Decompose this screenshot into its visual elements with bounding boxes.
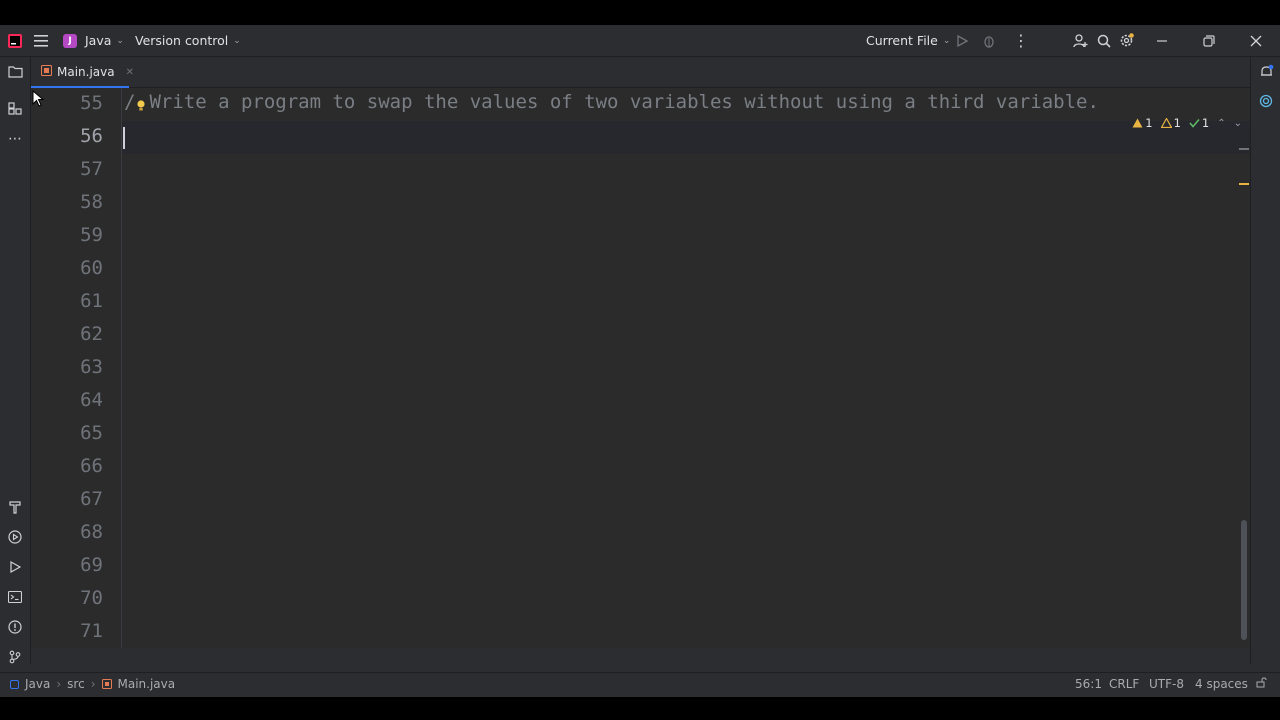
weak-warning-count[interactable]: 1 <box>1160 116 1181 130</box>
text-cursor <box>123 127 125 149</box>
weak-warning-triangle-icon <box>1160 118 1172 128</box>
git-branch-icon[interactable] <box>7 649 23 665</box>
right-tool-strip <box>1250 57 1280 664</box>
vertical-scrollbar[interactable] <box>1241 520 1247 640</box>
run-config-selector[interactable]: Current File ⌄ <box>866 25 950 56</box>
notifications-bell-icon[interactable] <box>1258 63 1274 79</box>
caret-position[interactable]: 56:1 <box>1075 677 1102 691</box>
tab-main-java[interactable]: Main.java ✕ <box>31 57 134 88</box>
line-number[interactable]: 60 <box>43 257 103 279</box>
search-icon[interactable] <box>1097 25 1111 56</box>
line-number-gutter[interactable]: 55 56 57 58 59 60 61 62 63 64 65 66 67 68 69 70 71 <box>31 88 121 648</box>
line-number[interactable]: 70 <box>43 587 103 609</box>
scroll-marker[interactable] <box>1239 148 1249 150</box>
more-tools-icon[interactable]: ⋯ <box>7 131 23 147</box>
project-folder-icon[interactable] <box>7 63 23 79</box>
line-number[interactable]: 65 <box>43 422 103 444</box>
breadcrumb-file[interactable]: Main.java <box>118 677 176 691</box>
tab-label: Main.java <box>57 65 115 79</box>
structure-icon[interactable] <box>7 101 23 117</box>
vcs-selector[interactable]: Version control ⌄ <box>135 25 241 56</box>
line-number[interactable]: 56 <box>43 125 103 147</box>
main-menu-icon[interactable] <box>34 25 48 56</box>
chevron-down-icon: ⌄ <box>942 35 951 46</box>
line-number[interactable]: 62 <box>43 323 103 345</box>
title-bar: J Java ⌄ Version control ⌄ Current File … <box>0 25 1280 57</box>
comment-slash: / <box>124 91 136 113</box>
module-icon <box>10 679 19 689</box>
left-tool-strip: ⋯ <box>0 57 31 664</box>
checkmark-icon <box>1189 118 1200 128</box>
build-hammer-icon[interactable] <box>7 499 23 515</box>
warning-triangle-icon <box>1132 118 1143 128</box>
chevron-down-icon: ⌄ <box>116 35 124 46</box>
run-tool-icon[interactable] <box>7 559 23 575</box>
line-number[interactable]: 67 <box>43 488 103 510</box>
vcs-label: Version control <box>135 33 229 48</box>
ide-window: J Java ⌄ Version control ⌄ Current File … <box>0 25 1280 697</box>
settings-gear-icon[interactable] <box>1119 25 1134 56</box>
warning-count[interactable]: 1 <box>1132 116 1153 130</box>
lock-icon[interactable] <box>1256 677 1267 691</box>
close-icon[interactable] <box>1250 25 1262 56</box>
java-file-icon <box>40 64 53 79</box>
code-area[interactable]: / Write a program to swap the values of t… <box>121 88 1251 648</box>
previous-highlight-icon[interactable]: ⌃ <box>1217 118 1225 129</box>
line-ending[interactable]: CRLF <box>1109 677 1139 691</box>
breadcrumb-separator-icon: › <box>56 677 62 691</box>
line-number[interactable]: 59 <box>43 224 103 246</box>
services-icon[interactable] <box>7 529 23 545</box>
breadcrumb[interactable]: Java › src › Main.java <box>10 677 175 691</box>
chevron-down-icon: ⌄ <box>233 35 241 46</box>
code-line-55[interactable]: / Write a program to swap the values of t… <box>124 91 1099 113</box>
app-logo-icon[interactable] <box>8 25 22 56</box>
run-icon[interactable] <box>956 25 968 56</box>
next-highlight-icon[interactable]: ⌄ <box>1234 118 1242 129</box>
ok-count-value: 1 <box>1201 116 1210 130</box>
weak-warning-count-value: 1 <box>1173 116 1181 130</box>
terminal-icon[interactable] <box>7 589 23 605</box>
line-number[interactable]: 55 <box>43 92 103 114</box>
line-number[interactable]: 68 <box>43 521 103 543</box>
mouse-pointer-icon <box>32 89 45 112</box>
line-number[interactable]: 61 <box>43 290 103 312</box>
more-actions-icon[interactable]: ⋮ <box>1013 25 1029 56</box>
line-number[interactable]: 63 <box>43 356 103 378</box>
line-number[interactable]: 66 <box>43 455 103 477</box>
close-tab-icon[interactable]: ✕ <box>126 67 134 78</box>
inspection-widget[interactable]: 1 1 1 ⌃ ⌄ <box>1132 116 1242 130</box>
code-editor[interactable]: 55 56 57 58 59 60 61 62 63 64 65 66 67 68 69 70 71 / Writ… <box>31 88 1250 648</box>
breadcrumb-src[interactable]: src <box>67 677 85 691</box>
project-selector[interactable]: J Java ⌄ <box>63 25 124 56</box>
warning-count-value: 1 <box>1145 116 1153 130</box>
problems-icon[interactable] <box>7 619 23 635</box>
line-number[interactable]: 57 <box>43 158 103 180</box>
breadcrumb-separator-icon: › <box>90 677 96 691</box>
line-number[interactable]: 69 <box>43 554 103 576</box>
minimize-icon[interactable] <box>1156 25 1168 56</box>
breadcrumb-project[interactable]: Java <box>25 677 50 691</box>
run-config-label: Current File <box>866 33 938 48</box>
warning-scroll-marker[interactable] <box>1239 183 1249 185</box>
code-with-me-icon[interactable] <box>1073 25 1088 56</box>
ok-count[interactable]: 1 <box>1189 116 1209 130</box>
project-name: Java <box>85 33 112 48</box>
status-bar: Java › src › Main.java 56:1 CRLF UTF-8 4… <box>0 672 1280 697</box>
file-encoding[interactable]: UTF-8 <box>1149 677 1184 691</box>
editor-tab-bar: Main.java ✕ <box>31 57 1250 88</box>
line-number[interactable]: 58 <box>43 191 103 213</box>
restore-icon[interactable] <box>1203 25 1215 56</box>
line-number[interactable]: 71 <box>43 620 103 642</box>
comment-text: Write a program to swap the values of tw… <box>149 91 1099 113</box>
ai-assistant-icon[interactable] <box>1258 93 1274 109</box>
line-number[interactable]: 64 <box>43 389 103 411</box>
debug-icon[interactable] <box>982 25 996 56</box>
project-badge: J <box>63 33 77 48</box>
java-file-icon <box>101 679 112 689</box>
indent-setting[interactable]: 4 spaces <box>1195 677 1248 691</box>
